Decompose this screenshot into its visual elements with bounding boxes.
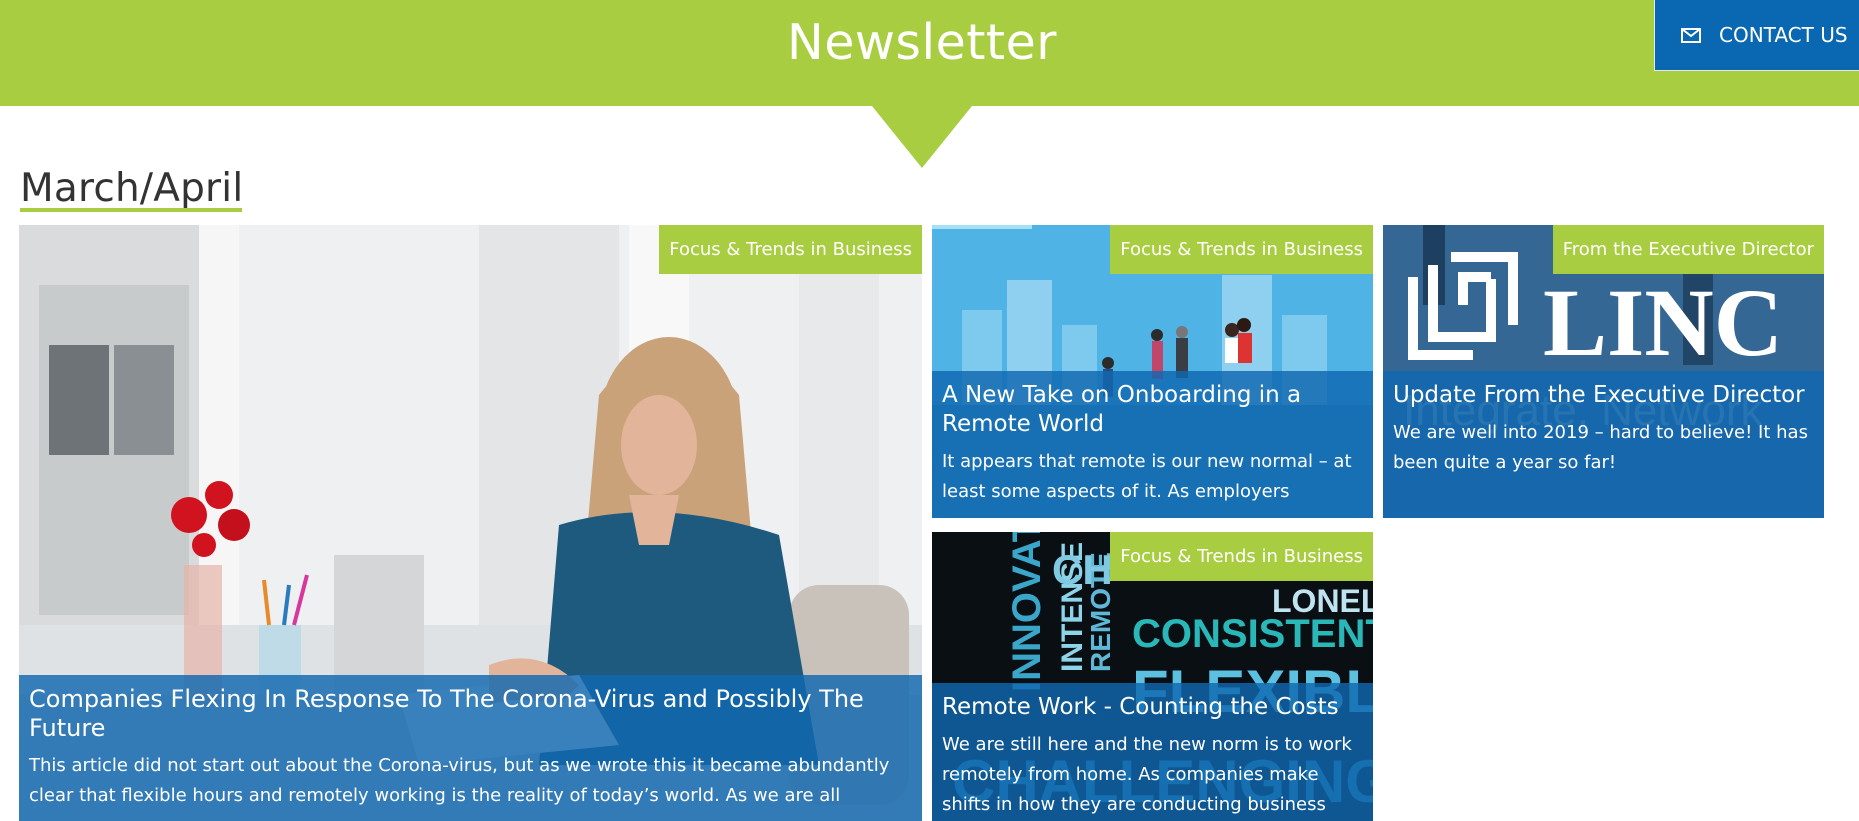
article-excerpt: This article did not start out about the… <box>29 755 890 806</box>
svg-text:CH: CH <box>1052 546 1113 593</box>
article-overlay: Companies Flexing In Response To The Cor… <box>19 675 922 821</box>
svg-text:LONELY: LONELY <box>1272 583 1373 619</box>
category-tag[interactable]: Focus & Trends in Business <box>1110 225 1373 274</box>
article-card-remote-work-costs[interactable]: INNOVATIVE INTENSE REMOTE CH CONSISTENT … <box>932 532 1373 821</box>
category-tag[interactable]: Focus & Trends in Business <box>1110 532 1373 581</box>
contact-us-button[interactable]: CONTACT US <box>1654 0 1859 71</box>
contact-us-label: CONTACT US <box>1719 23 1848 47</box>
linc-logo-text: LINC <box>1543 269 1783 376</box>
article-excerpt: We are still here and the new norm is to… <box>942 734 1352 815</box>
article-title[interactable]: Remote Work - Counting the Costs <box>942 693 1363 722</box>
article-overlay: Remote Work - Counting the Costs We are … <box>932 683 1373 821</box>
article-excerpt: It appears that remote is our new normal… <box>942 451 1352 502</box>
section-title: March/April <box>20 166 244 211</box>
article-title[interactable]: Companies Flexing In Response To The Cor… <box>29 685 912 743</box>
article-card-corona-flexing[interactable]: Focus & Trends in Business Companies Fle… <box>19 225 922 821</box>
page-title: Newsletter <box>787 14 1057 71</box>
section-underline <box>20 208 242 212</box>
article-title[interactable]: A New Take on Onboarding in a Remote Wor… <box>942 381 1363 439</box>
category-tag[interactable]: From the Executive Director <box>1552 225 1824 274</box>
article-overlay: Update From the Executive Director We ar… <box>1383 371 1824 518</box>
article-title[interactable]: Update From the Executive Director <box>1393 381 1814 410</box>
article-excerpt: We are well into 2019 – hard to believe!… <box>1393 422 1808 473</box>
article-overlay: A New Take on Onboarding in a Remote Wor… <box>932 371 1373 518</box>
svg-text:INNOVATIVE: INNOVATIVE <box>1005 532 1049 692</box>
category-tag[interactable]: Focus & Trends in Business <box>659 225 922 274</box>
article-card-onboarding[interactable]: Focus & Trends in Business A New Take on… <box>932 225 1373 518</box>
envelope-icon <box>1681 27 1701 43</box>
article-card-executive-update[interactable]: LINC Integrate, Network From the Executi… <box>1383 225 1824 518</box>
header-arrow <box>872 106 972 168</box>
